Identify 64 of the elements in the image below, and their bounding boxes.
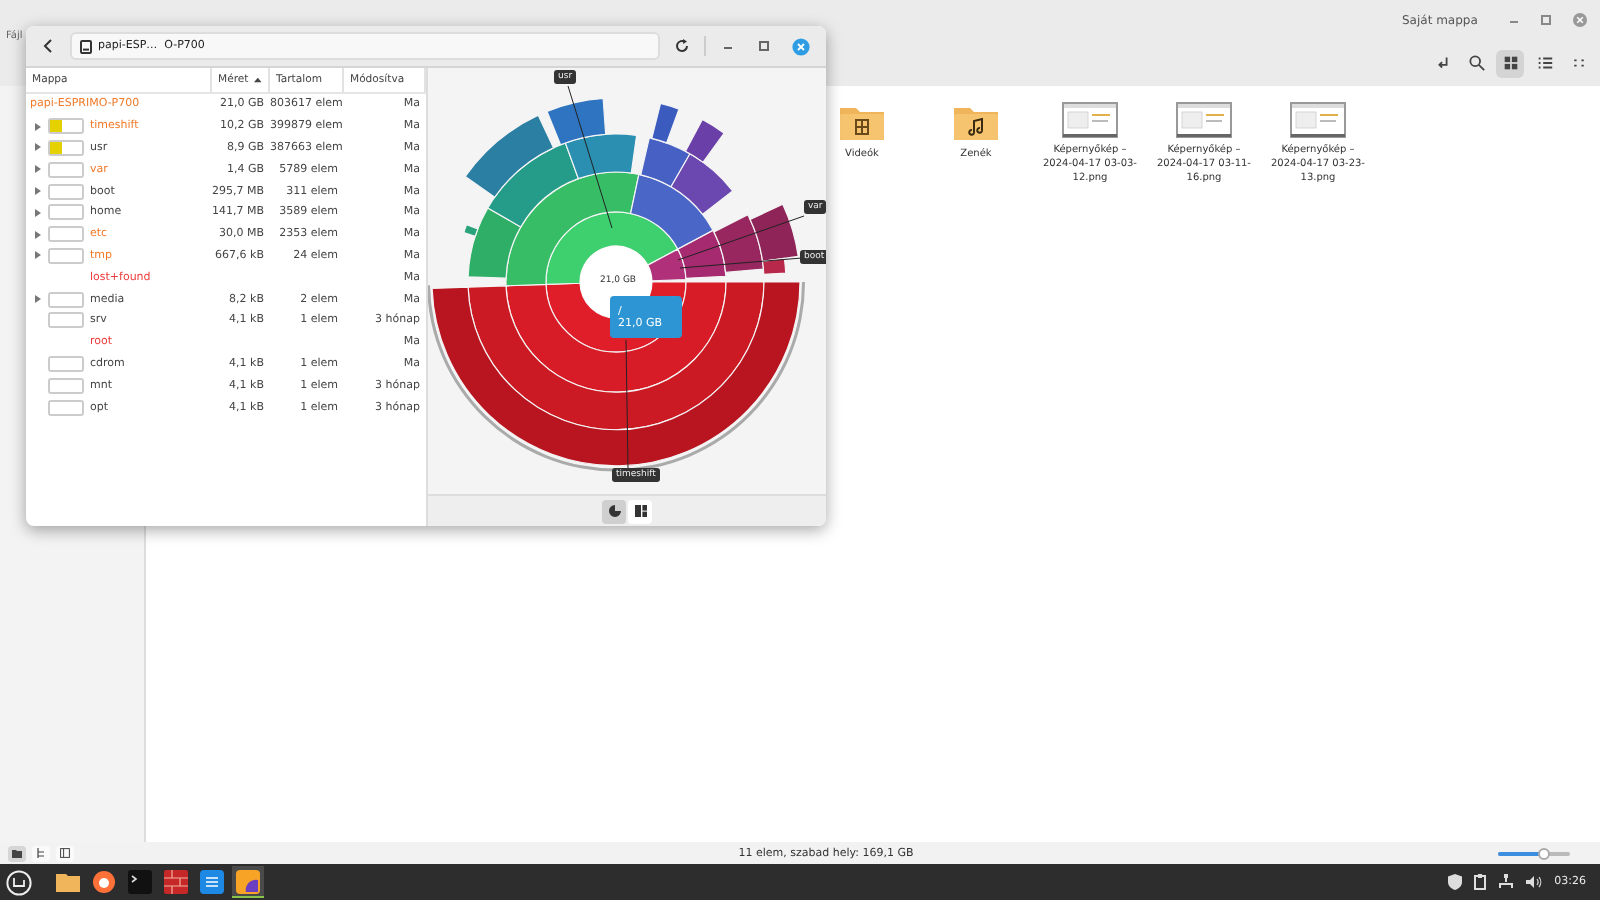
rings-chart-button[interactable] bbox=[602, 499, 626, 523]
maximize-icon[interactable] bbox=[1540, 14, 1552, 26]
expander-icon[interactable] bbox=[34, 229, 42, 240]
places-button[interactable] bbox=[8, 845, 26, 861]
network-icon[interactable] bbox=[1498, 874, 1515, 890]
brick-wall-icon bbox=[164, 870, 188, 894]
usage-bar bbox=[48, 118, 84, 135]
taskbar-app-button[interactable] bbox=[88, 866, 120, 898]
close-icon bbox=[791, 37, 809, 55]
screenshot-thumbnail bbox=[1062, 102, 1118, 138]
drive-icon bbox=[80, 39, 92, 53]
usage-bar bbox=[48, 291, 84, 308]
search-icon bbox=[1467, 54, 1485, 72]
usage-bar bbox=[48, 399, 84, 416]
close-icon[interactable] bbox=[1572, 12, 1588, 28]
back-icon bbox=[42, 38, 54, 54]
maximize-icon bbox=[758, 40, 770, 52]
sidebar-toggle-button[interactable] bbox=[56, 845, 74, 861]
screenshot-thumbnail bbox=[1176, 102, 1232, 138]
usage-bar bbox=[48, 355, 84, 372]
browser-icon bbox=[92, 870, 116, 894]
terminal-icon bbox=[128, 870, 152, 894]
usage-bar bbox=[48, 204, 84, 221]
sidebar-icon bbox=[60, 848, 70, 858]
taskbar-app-button[interactable] bbox=[196, 866, 228, 898]
usage-bar bbox=[48, 312, 84, 329]
expander-icon[interactable] bbox=[34, 294, 42, 305]
usage-bar bbox=[48, 377, 84, 394]
expander-icon[interactable] bbox=[34, 250, 42, 261]
shield-icon[interactable] bbox=[1448, 874, 1463, 890]
expander-icon[interactable] bbox=[34, 207, 42, 218]
disk-usage-icon bbox=[236, 869, 260, 893]
usage-bar bbox=[48, 226, 84, 243]
usage-bar bbox=[48, 183, 84, 200]
tree-icon bbox=[36, 848, 46, 858]
screenshot-thumbnail bbox=[1290, 102, 1346, 138]
usage-bar bbox=[48, 161, 84, 178]
folder-icon bbox=[12, 849, 22, 857]
treemap-chart-button[interactable] bbox=[628, 499, 652, 523]
expander-icon[interactable] bbox=[34, 186, 42, 197]
compact-list-icon bbox=[1569, 54, 1587, 72]
grid-icon bbox=[1501, 54, 1519, 72]
treemap-icon bbox=[633, 504, 647, 518]
clipboard-icon[interactable] bbox=[1474, 874, 1487, 890]
reload-icon bbox=[674, 38, 690, 54]
sunburst-drawing[interactable] bbox=[428, 97, 805, 472]
grid-button[interactable] bbox=[1496, 49, 1524, 77]
leader-line bbox=[567, 85, 613, 229]
menu-icon[interactable] bbox=[6, 869, 32, 895]
expander-icon[interactable] bbox=[34, 164, 42, 175]
usage-bar bbox=[48, 247, 84, 264]
list-icon bbox=[1535, 54, 1553, 72]
leader-line bbox=[625, 339, 629, 469]
expander-icon[interactable] bbox=[34, 142, 42, 153]
tree-button[interactable] bbox=[32, 845, 50, 861]
music-folder-icon bbox=[952, 102, 1000, 142]
folder-icon bbox=[56, 872, 80, 892]
return-icon bbox=[1433, 54, 1451, 72]
notes-icon bbox=[200, 870, 224, 894]
volume-icon[interactable] bbox=[1526, 874, 1543, 890]
rings-chart-icon bbox=[607, 504, 621, 518]
expander-icon[interactable] bbox=[34, 121, 42, 132]
video-folder-icon bbox=[838, 102, 886, 142]
usage-bar bbox=[48, 139, 84, 156]
